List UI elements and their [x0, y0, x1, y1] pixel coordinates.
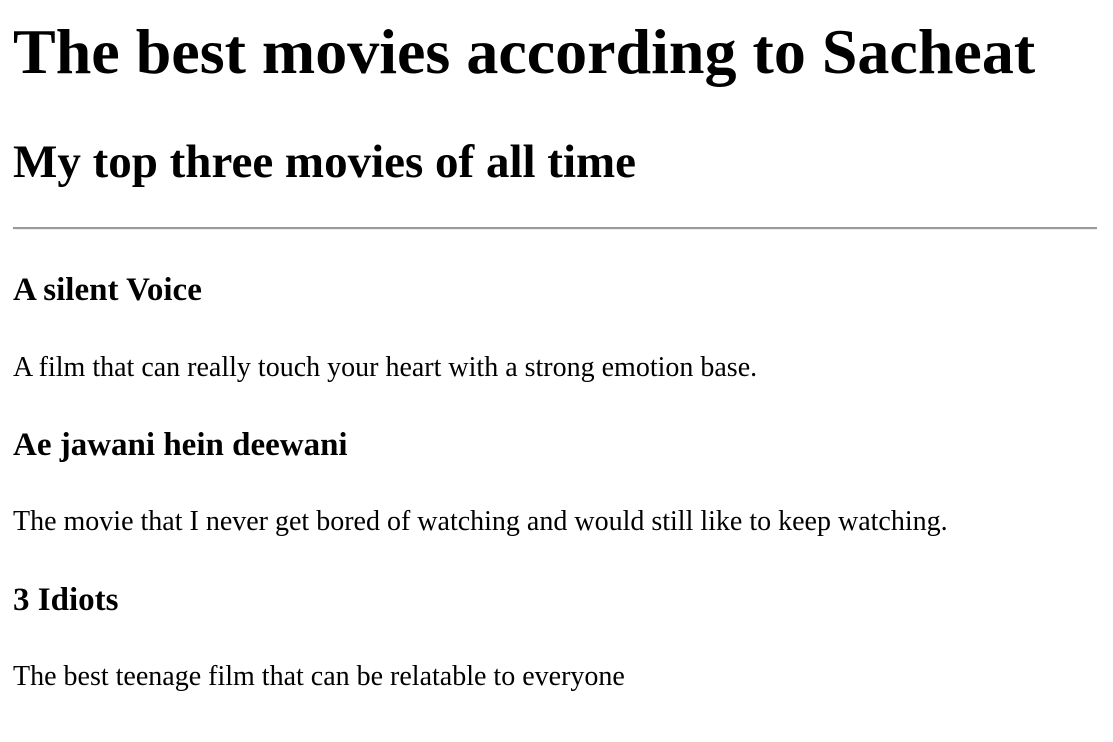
divider — [13, 227, 1097, 230]
page-subtitle: My top three movies of all time — [13, 136, 637, 188]
movie-title-1: A silent Voice — [13, 272, 202, 308]
page-title: The best movies according to Sacheat — [13, 16, 1036, 87]
movie-description-1: A film that can really touch your heart … — [13, 352, 758, 383]
movie-description-2: The movie that I never get bored of watc… — [13, 506, 948, 537]
movie-title-2: Ae jawani hein deewani — [13, 427, 348, 463]
movie-title-3: 3 Idiots — [13, 582, 119, 618]
page: The best movies according to Sacheat My … — [0, 0, 1113, 742]
movie-description-3: The best teenage film that can be relata… — [13, 661, 625, 692]
